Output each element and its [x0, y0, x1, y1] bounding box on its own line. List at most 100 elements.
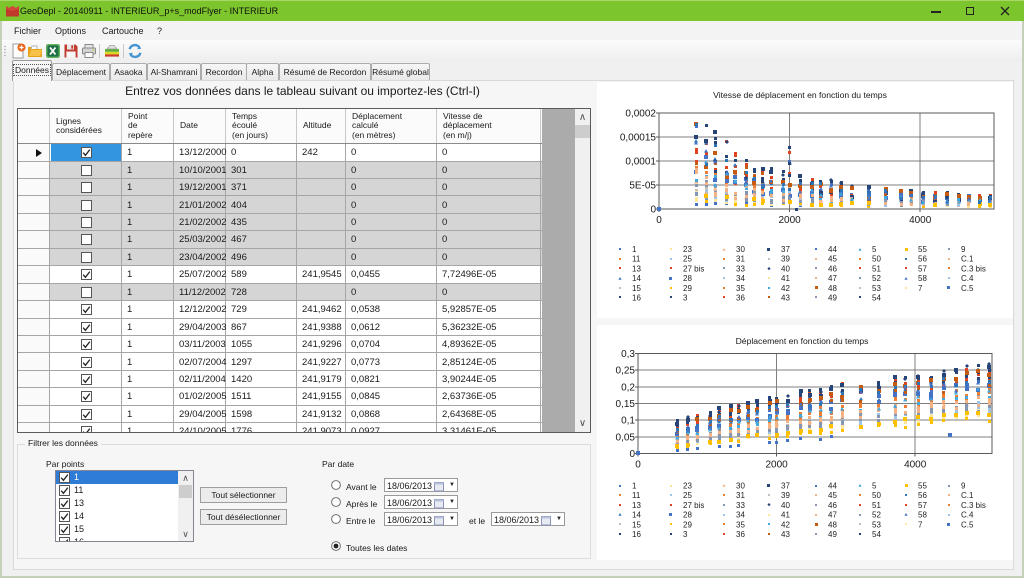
svg-text:37: 37: [781, 482, 790, 491]
svg-text:51: 51: [872, 264, 881, 273]
svg-text:0,0002: 0,0002: [625, 109, 656, 120]
svg-text:50: 50: [872, 491, 881, 500]
svg-text:C.5: C.5: [961, 284, 974, 293]
svg-text:35: 35: [736, 284, 745, 293]
svg-text:56: 56: [918, 255, 927, 264]
svg-text:48: 48: [828, 520, 837, 529]
svg-text:53: 53: [872, 284, 881, 293]
svg-text:27 bis: 27 bis: [683, 264, 704, 273]
svg-text:51: 51: [872, 501, 881, 510]
svg-text:57: 57: [918, 264, 927, 273]
svg-text:11: 11: [632, 491, 641, 500]
svg-text:2000: 2000: [765, 460, 788, 471]
svg-text:30: 30: [736, 245, 745, 254]
svg-text:0,2: 0,2: [621, 382, 635, 393]
svg-text:1: 1: [632, 482, 637, 491]
svg-text:53: 53: [872, 520, 881, 529]
svg-text:57: 57: [918, 501, 927, 510]
svg-text:C.1: C.1: [961, 491, 974, 500]
svg-text:48: 48: [828, 284, 837, 293]
svg-text:33: 33: [736, 501, 745, 510]
svg-text:23: 23: [683, 482, 692, 491]
svg-text:49: 49: [828, 294, 837, 303]
svg-text:14: 14: [632, 511, 641, 520]
svg-text:54: 54: [872, 294, 881, 303]
svg-text:41: 41: [781, 511, 790, 520]
svg-text:47: 47: [828, 511, 837, 520]
svg-text:58: 58: [918, 274, 927, 283]
svg-text:14: 14: [632, 274, 641, 283]
svg-text:23: 23: [683, 245, 692, 254]
svg-text:44: 44: [828, 245, 837, 254]
svg-text:0,3: 0,3: [621, 349, 635, 360]
svg-text:41: 41: [781, 274, 790, 283]
svg-text:52: 52: [872, 511, 881, 520]
svg-text:4000: 4000: [909, 215, 932, 226]
svg-text:C.5: C.5: [961, 520, 974, 529]
svg-text:54: 54: [872, 530, 881, 539]
svg-text:31: 31: [736, 491, 745, 500]
svg-text:C.3 bis: C.3 bis: [961, 501, 986, 510]
svg-text:55: 55: [918, 245, 927, 254]
svg-text:Vitesse de déplacement en fonc: Vitesse de déplacement en fonction du te…: [713, 90, 887, 100]
svg-text:16: 16: [632, 530, 641, 539]
svg-text:34: 34: [736, 274, 745, 283]
svg-text:16: 16: [632, 294, 641, 303]
svg-text:52: 52: [872, 274, 881, 283]
svg-text:46: 46: [828, 501, 837, 510]
svg-text:9: 9: [961, 245, 966, 254]
svg-text:C.1: C.1: [961, 255, 974, 264]
svg-text:55: 55: [918, 482, 927, 491]
svg-text:3: 3: [683, 294, 688, 303]
svg-text:39: 39: [781, 255, 790, 264]
svg-text:7: 7: [918, 520, 923, 529]
svg-text:56: 56: [918, 491, 927, 500]
svg-text:58: 58: [918, 511, 927, 520]
svg-text:0,0001: 0,0001: [625, 157, 656, 168]
svg-text:5: 5: [872, 482, 877, 491]
svg-text:40: 40: [781, 501, 790, 510]
svg-text:28: 28: [683, 274, 692, 283]
svg-text:31: 31: [736, 255, 745, 264]
svg-text:0,15: 0,15: [616, 399, 636, 410]
svg-text:5: 5: [872, 245, 877, 254]
svg-text:43: 43: [781, 530, 790, 539]
svg-text:37: 37: [781, 245, 790, 254]
svg-text:0,05: 0,05: [616, 432, 636, 443]
svg-text:46: 46: [828, 264, 837, 273]
svg-text:44: 44: [828, 482, 837, 491]
svg-text:0,25: 0,25: [616, 366, 636, 377]
svg-text:0: 0: [650, 205, 656, 216]
svg-text:15: 15: [632, 284, 641, 293]
svg-text:42: 42: [781, 284, 790, 293]
svg-text:C.4: C.4: [961, 274, 974, 283]
svg-text:15: 15: [632, 520, 641, 529]
svg-text:35: 35: [736, 520, 745, 529]
svg-text:2000: 2000: [778, 215, 801, 226]
svg-text:42: 42: [781, 520, 790, 529]
svg-text:39: 39: [781, 491, 790, 500]
svg-text:45: 45: [828, 255, 837, 264]
svg-text:13: 13: [632, 264, 641, 273]
svg-text:25: 25: [683, 255, 692, 264]
svg-text:50: 50: [872, 255, 881, 264]
svg-text:45: 45: [828, 491, 837, 500]
svg-text:11: 11: [632, 255, 641, 264]
svg-text:27 bis: 27 bis: [683, 501, 704, 510]
svg-text:0: 0: [635, 460, 641, 471]
svg-text:0,00015: 0,00015: [620, 133, 657, 144]
svg-text:3: 3: [683, 530, 688, 539]
svg-text:29: 29: [683, 284, 692, 293]
svg-text:0: 0: [629, 449, 635, 460]
svg-text:34: 34: [736, 511, 745, 520]
svg-text:30: 30: [736, 482, 745, 491]
svg-text:36: 36: [736, 294, 745, 303]
svg-text:0: 0: [656, 215, 662, 226]
svg-text:7: 7: [918, 284, 923, 293]
svg-text:43: 43: [781, 294, 790, 303]
svg-text:Déplacement en fonction du tem: Déplacement en fonction du temps: [736, 336, 869, 346]
svg-text:9: 9: [961, 482, 966, 491]
svg-text:36: 36: [736, 530, 745, 539]
svg-text:29: 29: [683, 520, 692, 529]
svg-text:4000: 4000: [904, 460, 927, 471]
